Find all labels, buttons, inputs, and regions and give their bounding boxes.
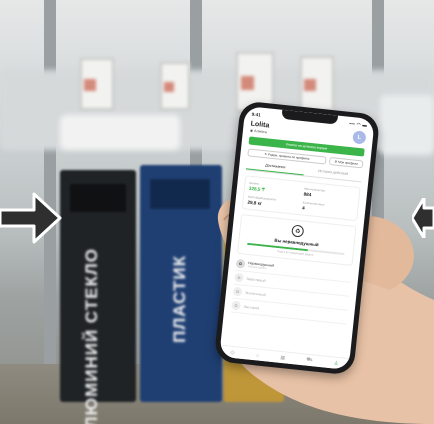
level-badge-icon: ♻ [231, 300, 242, 311]
level-name: Заботливый [246, 276, 266, 283]
stats-grid: Баланс 328,5 ₸ Мое количество 884 Мой об… [241, 175, 361, 222]
car-blur [380, 95, 434, 155]
city-label: Алматы [253, 128, 268, 134]
poster [160, 62, 190, 110]
status-time: 9:41 [251, 111, 261, 118]
levels-list: ♻ Неравнодушный Текущий уровень ♻ Заботл… [230, 256, 353, 325]
home-icon[interactable]: ⌂ [256, 352, 260, 358]
level-badge-icon: ♻ [234, 272, 244, 283]
bin-label: АЛЮМИНИЙ СТЕКЛО [82, 248, 101, 424]
rules-button-label: Рядом, правила по профилю [267, 152, 310, 161]
my-profiles-label: Мои профили [337, 159, 359, 166]
level-name: Эко-герой [243, 304, 260, 310]
grid-icon[interactable]: ▦ [280, 354, 285, 360]
car-blur [60, 115, 180, 150]
bin-label: ПЛАСТИК [170, 255, 189, 343]
smartphone: 9:41 ▪▪▪ ◠ ▬ Lolita ◉ Алматы L Кнопка на… [213, 100, 381, 376]
stat-places: Количество мест 4 [302, 200, 354, 215]
phone-screen: 9:41 ▪▪▪ ◠ ▬ Lolita ◉ Алматы L Кнопка на… [219, 105, 375, 371]
level-name: Экологичный [244, 290, 266, 297]
recycling-bin-glass: АЛЮМИНИЙ СТЕКЛО [60, 170, 136, 424]
level-badge-icon: ♻ [232, 286, 243, 297]
profile-icon[interactable]: ♙ [334, 360, 339, 366]
tab-history[interactable]: История действий [304, 167, 363, 181]
poster [300, 56, 334, 112]
signal-icon: ▪▪▪ ◠ ▬ [349, 120, 368, 128]
user-city: ◉ Алматы [250, 128, 269, 134]
my-profiles-button[interactable]: ⚙ Мои профили [328, 156, 364, 169]
location-pin-icon: ◉ [249, 128, 254, 133]
stat-weight: Мой общий результат 29,8 кг [247, 195, 299, 210]
poster [80, 58, 114, 110]
avatar[interactable]: L [352, 130, 367, 145]
level-badge-icon: ♻ [235, 258, 246, 269]
arrow-right-icon [0, 192, 62, 244]
recycle-icon: ♻ [291, 224, 305, 238]
cart-icon[interactable]: ⛟ [306, 357, 313, 365]
tab-achievements[interactable]: Достижения [245, 161, 305, 176]
map-icon[interactable]: ◎ [230, 349, 235, 355]
